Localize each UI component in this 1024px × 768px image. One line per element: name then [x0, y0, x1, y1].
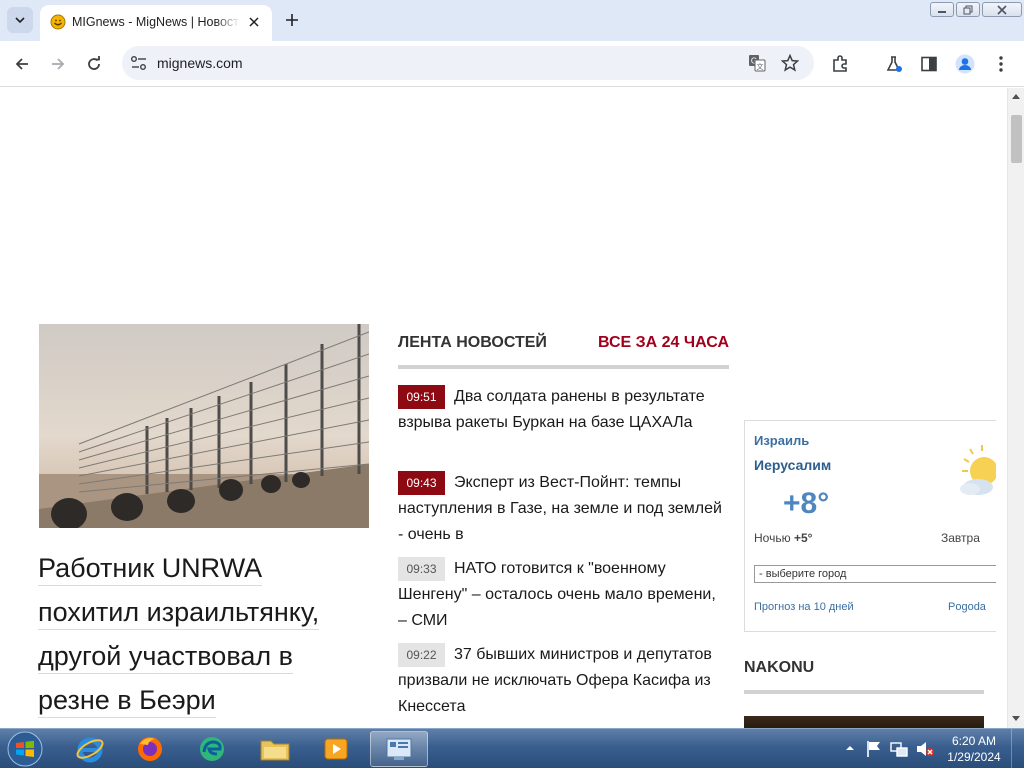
show-desktop-button[interactable]: [1011, 729, 1024, 768]
mignews-favicon-icon: [50, 14, 66, 30]
partly-cloudy-icon: [960, 445, 996, 495]
news-feed-header: ЛЕНТА НОВОСТЕЙ ВСЕ ЗА 24 ЧАСА: [398, 331, 729, 369]
internet-explorer-icon: [76, 737, 104, 763]
file-explorer-taskbar-button[interactable]: [247, 731, 303, 767]
scroll-thumb[interactable]: [1011, 115, 1022, 163]
page-scrollbar[interactable]: [1007, 88, 1024, 728]
city-select[interactable]: - выберите город: [754, 565, 996, 583]
kebab-menu-icon: [999, 56, 1003, 72]
firefox-taskbar-button[interactable]: [122, 731, 178, 767]
weather-temperature: +8°: [783, 487, 830, 520]
browser-toolbar: mignews.com G文: [0, 41, 1024, 87]
volume-muted-icon[interactable]: [915, 740, 935, 758]
scroll-up-arrow-icon[interactable]: [1012, 94, 1020, 99]
flask-icon: [886, 56, 902, 72]
puzzle-icon: [833, 55, 847, 72]
news-feed-title: ЛЕНТА НОВОСТЕЙ: [398, 334, 547, 351]
close-window-button[interactable]: [982, 2, 1022, 17]
action-center-flag-icon[interactable]: [866, 740, 882, 758]
media-player-icon: [324, 738, 348, 760]
weather-country[interactable]: Израиль: [754, 433, 809, 448]
news-text: 37 бывших министров и депутатов призвали…: [398, 646, 712, 715]
pogoda-link[interactable]: Pogoda: [948, 601, 986, 613]
extensions-button[interactable]: [829, 53, 851, 75]
restore-button[interactable]: [956, 2, 980, 17]
menu-button[interactable]: [990, 53, 1012, 75]
avatar-icon: [955, 54, 975, 74]
hero-headline[interactable]: Работник UNRWA похитил израильтянку, дру…: [38, 546, 358, 722]
folder-icon: [260, 740, 290, 761]
news-time: 09:33: [398, 557, 445, 581]
internet-explorer-taskbar-button[interactable]: [62, 731, 118, 767]
taskbar: 6:20 AM 1/29/2024: [0, 728, 1024, 768]
weather-widget: Израиль Иерусалим +8° Ночью +5° Завтра -…: [744, 420, 996, 632]
active-tab[interactable]: MIGnews - MigNews | Новости: [40, 5, 272, 41]
edge-taskbar-button[interactable]: [184, 731, 240, 767]
night-temp: +5°: [793, 531, 813, 545]
headline-line: похитил израильтянку,: [38, 597, 320, 630]
scroll-down-arrow-icon[interactable]: [1012, 716, 1020, 721]
headline-line: резне в Беэри: [38, 685, 216, 718]
clock[interactable]: 6:20 AM 1/29/2024: [944, 733, 1004, 765]
firefox-icon: [138, 737, 162, 761]
headline-line: другой участвовал в: [38, 641, 293, 674]
new-tab-button[interactable]: [282, 10, 302, 30]
nakonu-title[interactable]: NAKONU: [744, 659, 814, 677]
arrow-right-icon: [52, 58, 65, 70]
news-item[interactable]: 09:22 37 бывших министров и депутатов пр…: [398, 642, 729, 720]
headline-line: Работник UNRWA: [38, 553, 263, 586]
nakonu-image[interactable]: [744, 716, 984, 728]
address-bar[interactable]: mignews.com G文: [122, 46, 814, 80]
nakonu-section-header: NAKONU: [744, 656, 984, 694]
site-info-icon[interactable]: [130, 55, 148, 71]
clock-date: 1/29/2024: [947, 750, 1001, 764]
forward-button[interactable]: [46, 52, 70, 76]
hero-image[interactable]: [39, 324, 369, 528]
profile-button[interactable]: [954, 53, 976, 75]
page-viewport: Работник UNRWA похитил израильтянку, дру…: [0, 88, 1007, 728]
chevron-down-icon: [15, 17, 25, 24]
news-time: 09:22: [398, 643, 445, 667]
bookmark-star-icon[interactable]: [781, 54, 799, 72]
reload-icon: [88, 56, 100, 70]
arrow-left-icon: [15, 58, 28, 70]
tab-close-icon[interactable]: [246, 14, 262, 30]
weather-tomorrow: Завтра: [941, 531, 980, 545]
tab-search-button[interactable]: [7, 7, 33, 33]
news-text: НАТО готовится к "военному Шенгену" – ос…: [398, 560, 716, 629]
minimize-button[interactable]: [930, 2, 954, 17]
all-24h-link[interactable]: ВСЕ ЗА 24 ЧАСА: [598, 334, 729, 352]
url-text: mignews.com: [157, 55, 243, 71]
forecast-10-days-link[interactable]: Прогноз на 10 дней: [754, 601, 854, 613]
edge-icon: [200, 737, 224, 761]
windows-logo-icon: [7, 731, 43, 767]
clock-time: 6:20 AM: [951, 734, 997, 748]
start-button[interactable]: [5, 731, 45, 767]
news-item[interactable]: 09:33 НАТО готовится к "военному Шенгену…: [398, 556, 729, 634]
weather-night: Ночью +5°: [754, 531, 812, 545]
news-item[interactable]: 09:43 Эксперт из Вест-Пойнт: темпы насту…: [398, 470, 729, 548]
back-button[interactable]: [10, 52, 34, 76]
network-icon[interactable]: [890, 740, 908, 758]
news-item[interactable]: 09:51 Два солдата ранены в результате вз…: [398, 384, 729, 436]
news-time: 09:51: [398, 385, 445, 409]
reload-button[interactable]: [82, 52, 106, 76]
weather-city[interactable]: Иерусалим: [754, 457, 831, 473]
labs-button[interactable]: [883, 53, 905, 75]
side-panel-button[interactable]: [918, 53, 940, 75]
control-panel-taskbar-button[interactable]: [370, 731, 428, 767]
translate-icon[interactable]: G文: [748, 54, 766, 72]
news-text: Эксперт из Вест-Пойнт: темпы наступления…: [398, 474, 722, 543]
news-time: 09:43: [398, 471, 445, 495]
window-controls: [928, 2, 1022, 18]
tab-strip: MIGnews - MigNews | Новости: [0, 0, 1024, 41]
media-player-taskbar-button[interactable]: [308, 731, 364, 767]
plus-icon: [286, 14, 298, 26]
tab-title: MIGnews - MigNews | Новости: [72, 15, 240, 29]
svg-text:文: 文: [757, 62, 764, 71]
side-panel-icon: [921, 56, 937, 72]
night-label: Ночью: [754, 531, 791, 545]
show-hidden-icons-icon[interactable]: [846, 744, 854, 752]
control-panel-icon: [386, 738, 412, 760]
